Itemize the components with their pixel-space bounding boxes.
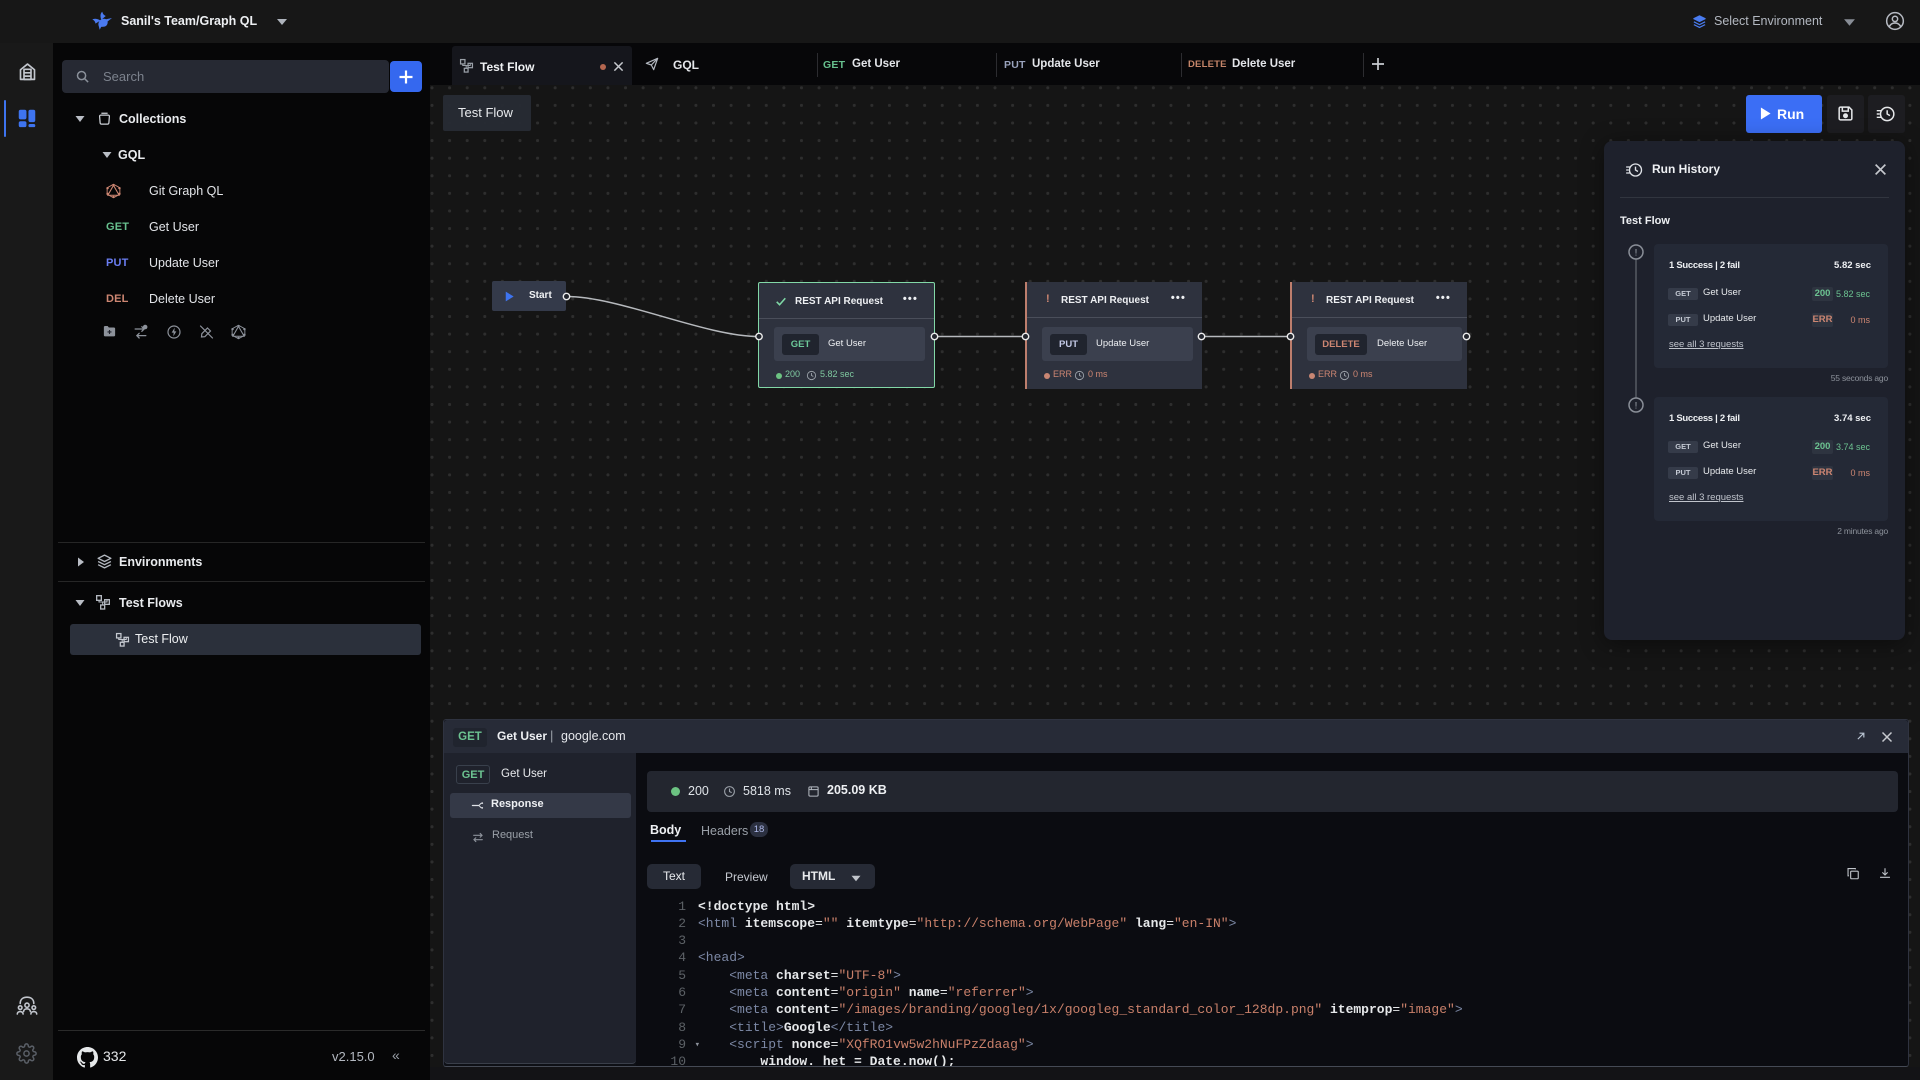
svg-text:!: ! [1635,248,1638,258]
svg-text:!: ! [1635,401,1638,411]
